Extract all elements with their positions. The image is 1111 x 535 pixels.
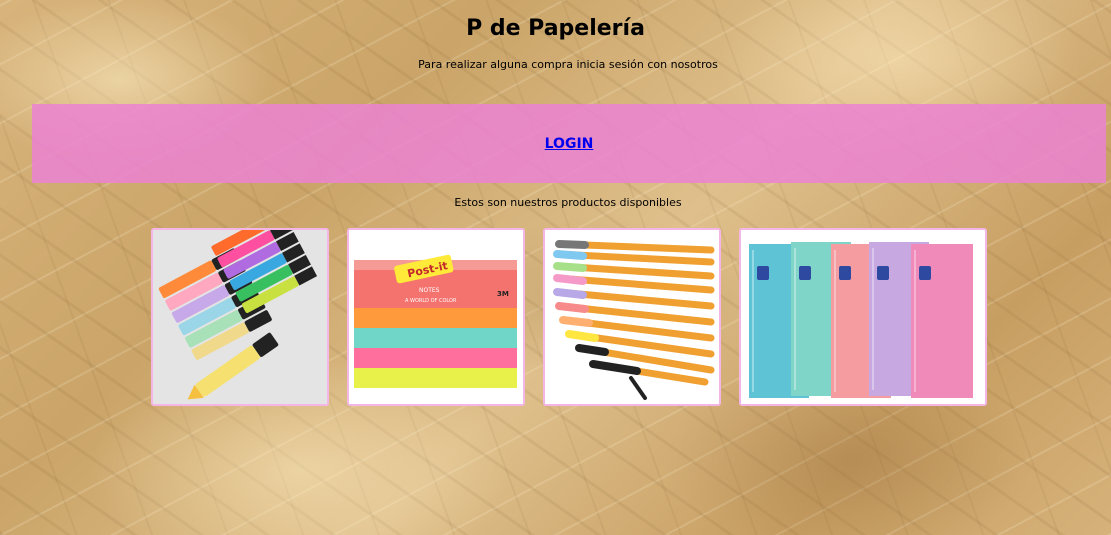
- page-subtitle: Para realizar alguna compra inicia sesió…: [418, 58, 718, 71]
- sticky-notes-image: Post-it NOTES A WORLD OF COLOR 3M: [349, 230, 523, 404]
- svg-text:3M: 3M: [497, 290, 509, 298]
- products-intro: Estos son nuestros productos disponibles: [454, 196, 682, 209]
- svg-text:A WORLD OF COLOR: A WORLD OF COLOR: [405, 298, 457, 304]
- highlighters-image: [153, 230, 327, 404]
- product-card-fineliners[interactable]: [543, 228, 721, 406]
- page-title: P de Papelería: [466, 16, 645, 41]
- login-banner: LOGIN: [32, 104, 1106, 183]
- login-link[interactable]: LOGIN: [545, 136, 594, 152]
- svg-text:NOTES: NOTES: [419, 287, 440, 294]
- product-card-notebooks[interactable]: [739, 228, 987, 406]
- product-card-highlighters[interactable]: [151, 228, 329, 406]
- product-card-sticky-notes[interactable]: Post-it NOTES A WORLD OF COLOR 3M: [347, 228, 525, 406]
- fineliners-image: [545, 230, 719, 404]
- notebooks-image: [741, 230, 985, 404]
